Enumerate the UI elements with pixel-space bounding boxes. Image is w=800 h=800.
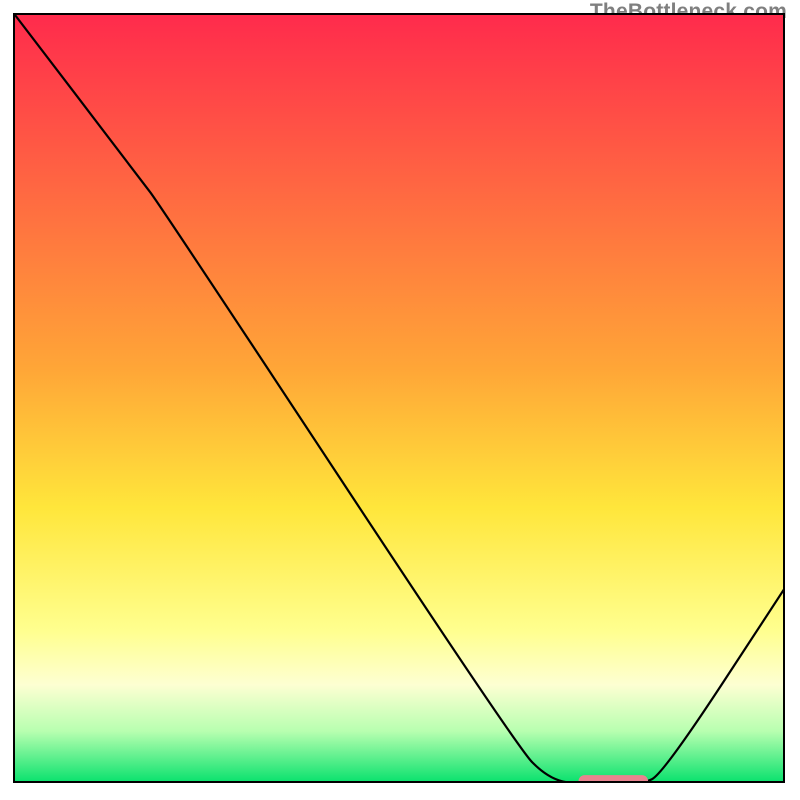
optimal-range-marker xyxy=(579,775,648,783)
bottleneck-chart xyxy=(13,13,785,783)
chart-canvas xyxy=(15,15,785,783)
gradient-background xyxy=(15,15,785,783)
